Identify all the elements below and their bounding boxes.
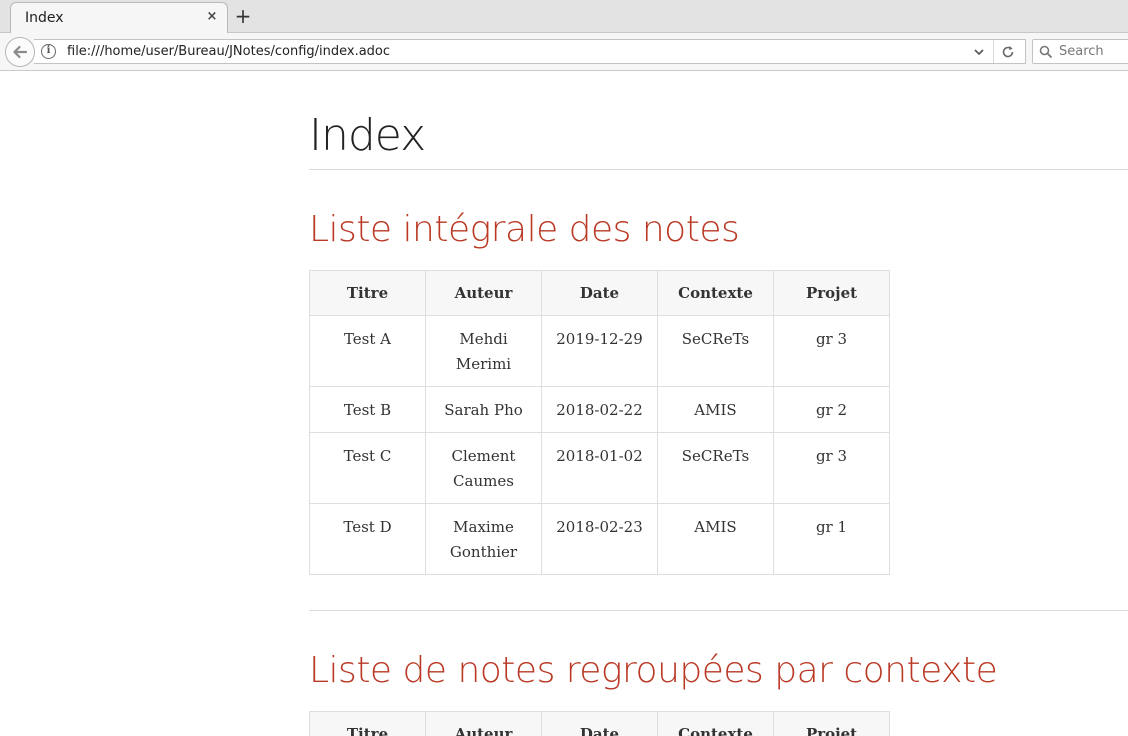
close-icon[interactable]: × [205,10,219,24]
table-cell: AMIS [657,386,774,433]
table-cell: Test A [309,315,426,387]
table-cell: 2019-12-29 [541,315,658,387]
table-cell: SeCReTs [657,315,774,387]
table-cell: Test D [309,503,426,575]
column-header: Titre [309,711,426,736]
table-cell: Maxime Gonthier [425,503,542,575]
search-icon [1039,44,1053,59]
table-row: Test C Clement Caumes 2018-01-02 SeCReTs… [309,432,890,504]
column-header: Projet [773,270,890,316]
notes-table: Titre Auteur Date Contexte Projet Test A… [309,270,890,575]
page-content: Index Liste intégrale des notes Titre Au… [0,72,1128,736]
notes-by-context-table: Titre Auteur Date Contexte Projet [309,711,890,736]
column-header: Contexte [657,270,774,316]
table-cell: Clement Caumes [425,432,542,504]
table-cell: 2018-02-23 [541,503,658,575]
back-button[interactable] [5,37,35,67]
page-title: Index [309,110,426,161]
navigation-toolbar: i file:///home/user/Bureau/JNotes/config… [0,33,1128,71]
table-cell: gr 2 [773,386,890,433]
back-arrow-icon [13,45,28,59]
table-cell: Mehdi Merimi [425,315,542,387]
url-separator [993,40,994,63]
tab-title: Index [25,10,64,26]
table-cell: Test B [309,386,426,433]
section-divider [309,610,1128,611]
column-header: Projet [773,711,890,736]
column-header: Contexte [657,711,774,736]
tab-index[interactable]: Index × [10,2,228,33]
table-cell: 2018-02-22 [541,386,658,433]
reload-icon[interactable] [1000,44,1016,60]
section-title-all-notes: Liste intégrale des notes [309,209,740,250]
table-row: Test D Maxime Gonthier 2018-02-23 AMIS g… [309,503,890,575]
chevron-down-icon[interactable] [972,45,986,59]
column-header: Titre [309,270,426,316]
new-tab-button[interactable]: + [234,6,252,26]
info-icon[interactable]: i [41,44,56,59]
table-row: Test B Sarah Pho 2018-02-22 AMIS gr 2 [309,386,890,433]
table-cell: Test C [309,432,426,504]
table-header-row: Titre Auteur Date Contexte Projet [309,711,890,736]
section-title-by-context: Liste de notes regroupées par contexte [309,650,998,691]
column-header: Auteur [425,711,542,736]
column-header: Date [541,270,658,316]
table-cell: gr 3 [773,315,890,387]
table-cell: AMIS [657,503,774,575]
column-header: Date [541,711,658,736]
table-cell: gr 1 [773,503,890,575]
search-placeholder: Search [1059,44,1104,59]
table-header-row: Titre Auteur Date Contexte Projet [309,270,890,316]
table-cell: gr 3 [773,432,890,504]
column-header: Auteur [425,270,542,316]
table-cell: Sarah Pho [425,386,542,433]
tab-bar: Index × + [0,0,1128,33]
table-row: Test A Mehdi Merimi 2019-12-29 SeCReTs g… [309,315,890,387]
table-cell: 2018-01-02 [541,432,658,504]
table-cell: SeCReTs [657,432,774,504]
title-divider [309,169,1128,170]
search-input[interactable]: Search [1032,39,1128,64]
url-bar[interactable]: i file:///home/user/Bureau/JNotes/config… [34,39,1026,64]
url-text[interactable]: file:///home/user/Bureau/JNotes/config/i… [67,44,390,59]
